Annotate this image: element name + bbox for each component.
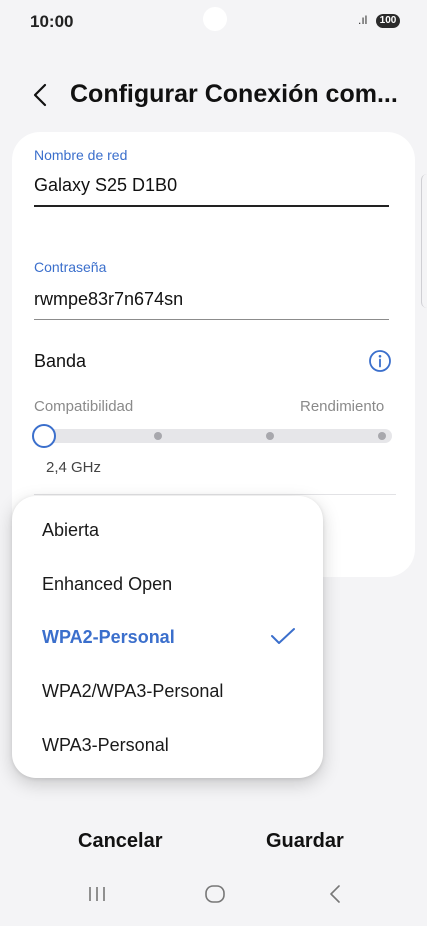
scrollbar[interactable] xyxy=(421,174,427,308)
page-title: Configurar Conexión com... xyxy=(70,80,398,108)
divider xyxy=(34,494,396,495)
battery-icon: 100 xyxy=(376,14,400,28)
band-slider-thumb[interactable] xyxy=(32,424,56,448)
cancel-button[interactable]: Cancelar xyxy=(78,830,163,853)
check-icon xyxy=(270,626,296,646)
status-time: 10:00 xyxy=(30,12,74,31)
network-name-underline xyxy=(34,205,389,207)
network-name-label: Nombre de red xyxy=(34,147,128,163)
band-selected-value: 2,4 GHz xyxy=(46,459,102,476)
band-compatibility-label: Compatibilidad xyxy=(34,398,134,415)
security-option-wpa2-wpa3-personal[interactable]: WPA2/WPA3-Personal xyxy=(42,681,223,702)
network-name-input[interactable]: Galaxy S25 D1B0 xyxy=(34,175,177,196)
password-label: Contraseña xyxy=(34,259,107,275)
band-title: Banda xyxy=(34,351,87,371)
band-performance-label: Rendimiento xyxy=(300,398,385,415)
signal-icon: .ıl xyxy=(358,13,368,27)
home-icon[interactable] xyxy=(204,882,226,906)
save-button[interactable]: Guardar xyxy=(266,830,344,853)
band-slider-step xyxy=(266,432,274,440)
info-icon[interactable] xyxy=(368,349,392,373)
band-slider-step xyxy=(154,432,162,440)
password-underline xyxy=(34,319,389,320)
back-arrow-icon[interactable] xyxy=(24,78,58,112)
security-option-wpa3-personal[interactable]: WPA3-Personal xyxy=(42,735,169,756)
security-option-enhanced-open[interactable]: Enhanced Open xyxy=(42,574,172,595)
band-slider-step xyxy=(378,432,386,440)
security-option-open[interactable]: Abierta xyxy=(42,520,99,541)
recents-icon[interactable] xyxy=(86,882,108,906)
camera-cutout xyxy=(203,7,227,31)
security-option-wpa2-personal[interactable]: WPA2-Personal xyxy=(42,627,175,648)
band-slider-track[interactable] xyxy=(36,429,392,443)
password-input[interactable]: rwmpe83r7n674sn xyxy=(34,289,183,310)
back-nav-icon[interactable] xyxy=(326,882,344,906)
